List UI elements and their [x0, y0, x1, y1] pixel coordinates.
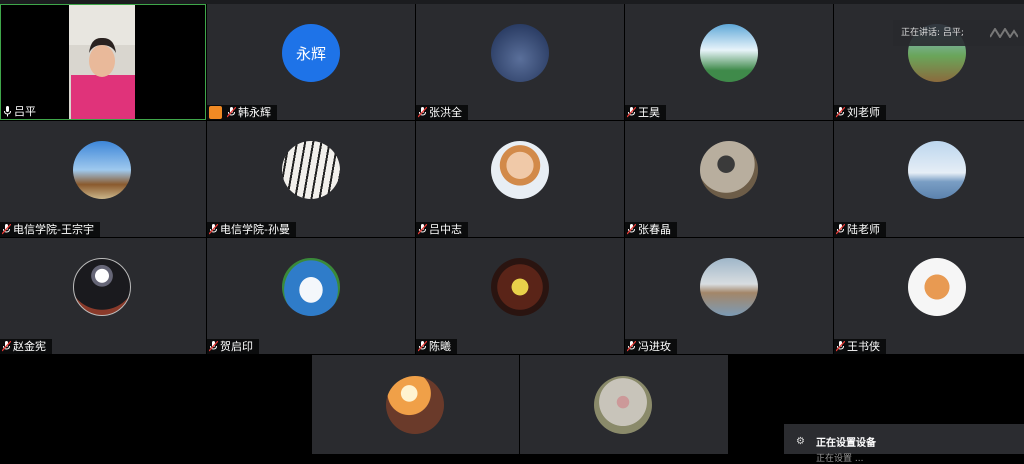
mic-muted-icon: [418, 107, 427, 118]
participant-name: 电信学院-王宗宇: [13, 223, 94, 236]
participant-video: [69, 5, 135, 119]
avatar: [491, 258, 549, 316]
avatar: [386, 376, 444, 434]
mic-muted-icon: [418, 224, 427, 235]
participant-name-bar: 刘老师: [834, 105, 886, 120]
participant-name: 吕平: [14, 105, 36, 118]
participant-name-bar: 贺启印: [207, 339, 259, 354]
video-tile[interactable]: [520, 355, 728, 454]
video-tile-active-speaker[interactable]: 吕平: [0, 4, 206, 120]
participant-name-bar: 张洪全: [416, 105, 468, 120]
participant-name-bar: 电信学院-孙曼: [207, 222, 296, 237]
mic-muted-icon: [627, 107, 636, 118]
participant-name-bar: 韩永辉: [207, 105, 277, 120]
participant-name-bar: 王昊: [625, 105, 666, 120]
video-tile[interactable]: 贺启印: [207, 238, 415, 354]
video-tile[interactable]: 赵金宪: [0, 238, 206, 354]
participant-name: 贺启印: [220, 340, 253, 353]
video-tile[interactable]: 电信学院-孙曼: [207, 121, 415, 237]
video-tile[interactable]: 张春晶: [625, 121, 833, 237]
avatar: [282, 141, 340, 199]
video-tile[interactable]: 电信学院-王宗宇: [0, 121, 206, 237]
participant-name: 陈曦: [429, 340, 451, 353]
toast-title: 正在设置设备: [816, 438, 876, 449]
video-tile[interactable]: 吕中志: [416, 121, 624, 237]
video-tile[interactable]: 王昊: [625, 4, 833, 120]
mic-muted-icon: [418, 341, 427, 352]
device-setup-toast: ⚙ 正在设置设备 正在设置 ...: [784, 424, 1024, 464]
participant-name: 吕中志: [429, 223, 462, 236]
speaking-indicator: 正在讲话: 吕平;: [893, 20, 1024, 46]
video-tile[interactable]: 王书侠: [834, 238, 1024, 354]
participant-name-bar: 陈曦: [416, 339, 457, 354]
participant-name-bar: 张春晶: [625, 222, 677, 237]
mic-muted-icon: [627, 224, 636, 235]
participant-name-bar: 王书侠: [834, 339, 886, 354]
participant-name-bar: 吕平: [1, 104, 42, 119]
participant-name: 王昊: [638, 106, 660, 119]
video-tile[interactable]: 张洪全: [416, 4, 624, 120]
participant-name: 陆老师: [847, 223, 880, 236]
mic-muted-icon: [2, 224, 11, 235]
avatar: [908, 141, 966, 199]
host-icon: [209, 106, 222, 119]
mic-muted-icon: [627, 341, 636, 352]
avatar: [700, 258, 758, 316]
participant-name: 张洪全: [429, 106, 462, 119]
avatar: [73, 258, 131, 316]
mic-muted-icon: [836, 224, 845, 235]
participant-name: 韩永辉: [238, 106, 271, 119]
avatar: 永辉: [282, 24, 340, 82]
avatar: [282, 258, 340, 316]
mic-muted-icon: [2, 341, 11, 352]
mic-muted-icon: [209, 224, 218, 235]
avatar: [491, 24, 549, 82]
avatar: [700, 141, 758, 199]
mic-muted-icon: [227, 107, 236, 118]
participant-name-bar: 陆老师: [834, 222, 886, 237]
mic-icon: [4, 106, 11, 117]
video-tile[interactable]: 陈曦: [416, 238, 624, 354]
avatar: [908, 258, 966, 316]
gear-icon: ⚙: [796, 436, 805, 447]
participant-name-bar: 赵金宪: [0, 339, 52, 354]
video-tile[interactable]: 冯进玫: [625, 238, 833, 354]
avatar: [700, 24, 758, 82]
participant-name-bar: 吕中志: [416, 222, 468, 237]
participant-name: 刘老师: [847, 106, 880, 119]
video-tile[interactable]: 正在讲话: 吕平; 刘老师: [834, 4, 1024, 120]
video-tile[interactable]: 永辉 韩永辉: [207, 4, 415, 120]
mic-muted-icon: [836, 341, 845, 352]
participant-name: 赵金宪: [13, 340, 46, 353]
participant-name: 张春晶: [638, 223, 671, 236]
video-tile[interactable]: [312, 355, 519, 454]
video-tile[interactable]: 陆老师: [834, 121, 1024, 237]
mic-muted-icon: [836, 107, 845, 118]
participant-name: 王书侠: [847, 340, 880, 353]
toast-subtitle: 正在设置 ...: [816, 454, 864, 464]
participant-name-bar: 冯进玫: [625, 339, 677, 354]
participant-name: 电信学院-孙曼: [220, 223, 290, 236]
app-logo-icon: [990, 28, 1018, 38]
participant-name-bar: 电信学院-王宗宇: [0, 222, 100, 237]
avatar: [491, 141, 549, 199]
video-grid: 吕平 永辉 韩永辉 张洪全 王昊 正在讲话: 吕平; 刘老师 电信学院-王宗宇 …: [0, 4, 1024, 454]
participant-name: 冯进玫: [638, 340, 671, 353]
mic-muted-icon: [209, 341, 218, 352]
avatar: [73, 141, 131, 199]
avatar: [594, 376, 652, 434]
